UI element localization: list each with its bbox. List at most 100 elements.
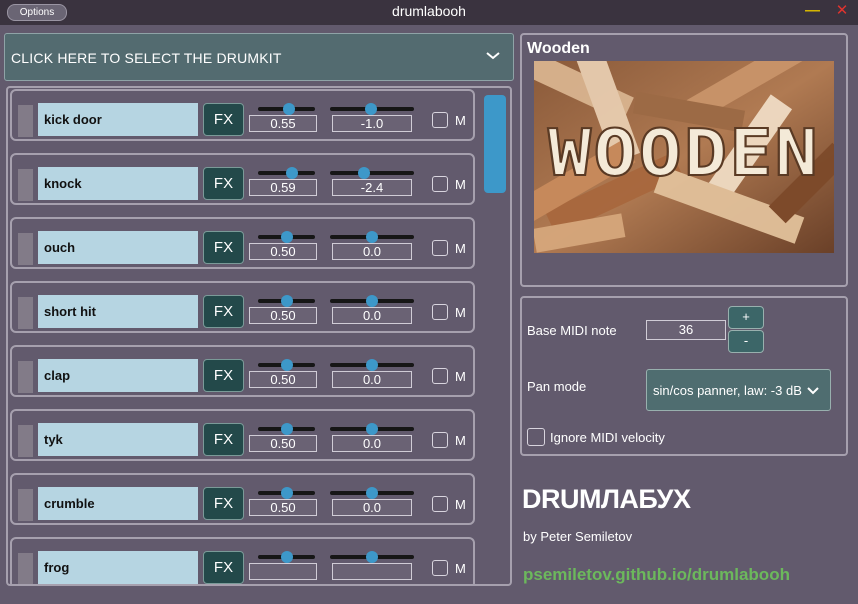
gain-slider[interactable] (258, 103, 315, 115)
instrument-name: tyk (38, 423, 198, 456)
pan-slider[interactable] (330, 103, 414, 115)
gain-slider[interactable] (258, 295, 315, 307)
gain-slider[interactable] (258, 359, 315, 371)
gain-value[interactable] (249, 563, 317, 580)
drag-handle[interactable] (18, 361, 33, 393)
pan-slider[interactable] (330, 231, 414, 243)
instrument-row: knock FX 0.59 -2.4 M (10, 153, 475, 205)
pan-value[interactable]: 0.0 (332, 371, 412, 388)
mute-checkbox[interactable] (432, 432, 448, 448)
drag-handle[interactable] (18, 425, 33, 457)
mute-label: M (455, 241, 466, 256)
pan-slider-knob[interactable] (366, 551, 378, 563)
gain-slider-knob[interactable] (283, 103, 296, 115)
gain-slider-knob[interactable] (280, 487, 293, 499)
midi-plus-button[interactable]: + (728, 306, 764, 329)
fx-button[interactable]: FX (203, 423, 244, 456)
gain-slider[interactable] (258, 423, 315, 435)
instrument-row: crumble FX 0.50 0.0 M (10, 473, 475, 525)
gain-slider-knob[interactable] (280, 551, 293, 563)
pan-slider[interactable] (330, 359, 414, 371)
drag-handle[interactable] (18, 105, 33, 137)
gain-value[interactable]: 0.50 (249, 499, 317, 516)
pan-slider[interactable] (330, 295, 414, 307)
project-link[interactable]: psemiletov.github.io/drumlabooh (523, 565, 790, 585)
drag-handle[interactable] (18, 489, 33, 521)
gain-value[interactable]: 0.59 (249, 179, 317, 196)
mute-checkbox[interactable] (432, 368, 448, 384)
wooden-image: WOODEN (534, 61, 834, 253)
gain-slider[interactable] (258, 487, 315, 499)
mute-checkbox[interactable] (432, 304, 448, 320)
mute-checkbox[interactable] (432, 496, 448, 512)
pan-slider-track (330, 171, 414, 175)
gain-slider-knob[interactable] (280, 359, 293, 371)
pan-slider-knob[interactable] (365, 103, 378, 115)
gain-value[interactable]: 0.55 (249, 115, 317, 132)
pan-slider-knob[interactable] (366, 423, 378, 435)
pan-slider-knob[interactable] (366, 359, 378, 371)
fx-button[interactable]: FX (203, 359, 244, 392)
pan-slider[interactable] (330, 487, 414, 499)
pan-slider-knob[interactable] (366, 295, 378, 307)
instrument-name: knock (38, 167, 198, 200)
mute-checkbox[interactable] (432, 560, 448, 576)
gain-value[interactable]: 0.50 (249, 371, 317, 388)
drag-handle[interactable] (18, 553, 33, 584)
ignore-velocity-checkbox[interactable] (527, 428, 545, 446)
pan-value[interactable]: 0.0 (332, 307, 412, 324)
pan-slider[interactable] (330, 423, 414, 435)
drag-handle[interactable] (18, 297, 33, 329)
fx-button[interactable]: FX (203, 231, 244, 264)
gain-slider[interactable] (258, 167, 315, 179)
gain-value[interactable]: 0.50 (249, 243, 317, 260)
drag-handle[interactable] (18, 169, 33, 201)
gain-slider-knob[interactable] (285, 167, 298, 179)
pan-slider[interactable] (330, 551, 414, 563)
fx-button[interactable]: FX (203, 295, 244, 328)
mute-label: M (455, 497, 466, 512)
pan-value[interactable]: 0.0 (332, 499, 412, 516)
fx-button[interactable]: FX (203, 167, 244, 200)
pan-value[interactable]: -2.4 (332, 179, 412, 196)
base-midi-label: Base MIDI note (527, 323, 617, 338)
gain-slider-knob[interactable] (280, 231, 293, 243)
instrument-name: short hit (38, 295, 198, 328)
instrument-name: crumble (38, 487, 198, 520)
gain-slider-knob[interactable] (280, 295, 293, 307)
pan-value[interactable]: 0.0 (332, 435, 412, 452)
instrument-row: kick door FX 0.55 -1.0 M (10, 89, 475, 141)
pan-slider[interactable] (330, 167, 414, 179)
gain-value[interactable]: 0.50 (249, 435, 317, 452)
fx-button[interactable]: FX (203, 551, 244, 584)
pan-value[interactable] (332, 563, 412, 580)
pan-slider-knob[interactable] (366, 231, 378, 243)
close-button[interactable]: ✕ (835, 2, 849, 20)
pan-value[interactable]: -1.0 (332, 115, 412, 132)
minimize-button[interactable]: — (805, 2, 820, 20)
kit-name: Wooden (527, 40, 590, 57)
mute-checkbox[interactable] (432, 176, 448, 192)
fx-button[interactable]: FX (203, 487, 244, 520)
scrollbar-thumb[interactable] (484, 95, 506, 193)
mute-checkbox[interactable] (432, 112, 448, 128)
midi-minus-button[interactable]: - (728, 330, 764, 353)
kit-info-panel: Wooden WOODEN (520, 33, 848, 287)
drag-handle[interactable] (18, 233, 33, 265)
fx-button[interactable]: FX (203, 103, 244, 136)
gain-slider[interactable] (258, 231, 315, 243)
drumkit-selector[interactable]: CLICK HERE TO SELECT THE DRUMKIT (4, 33, 514, 81)
app-title: DRUMЛАБУХ (522, 484, 691, 514)
pan-mode-select[interactable]: sin/cos panner, law: -3 dB (646, 369, 831, 411)
pan-value[interactable]: 0.0 (332, 243, 412, 260)
gain-slider[interactable] (258, 551, 315, 563)
scrollbar[interactable] (482, 88, 508, 584)
mute-label: M (455, 433, 466, 448)
mute-checkbox[interactable] (432, 240, 448, 256)
base-midi-field[interactable]: 36 (646, 320, 726, 340)
mute-label: M (455, 113, 466, 128)
gain-slider-knob[interactable] (280, 423, 293, 435)
pan-slider-knob[interactable] (358, 167, 371, 179)
gain-value[interactable]: 0.50 (249, 307, 317, 324)
pan-slider-knob[interactable] (366, 487, 378, 499)
